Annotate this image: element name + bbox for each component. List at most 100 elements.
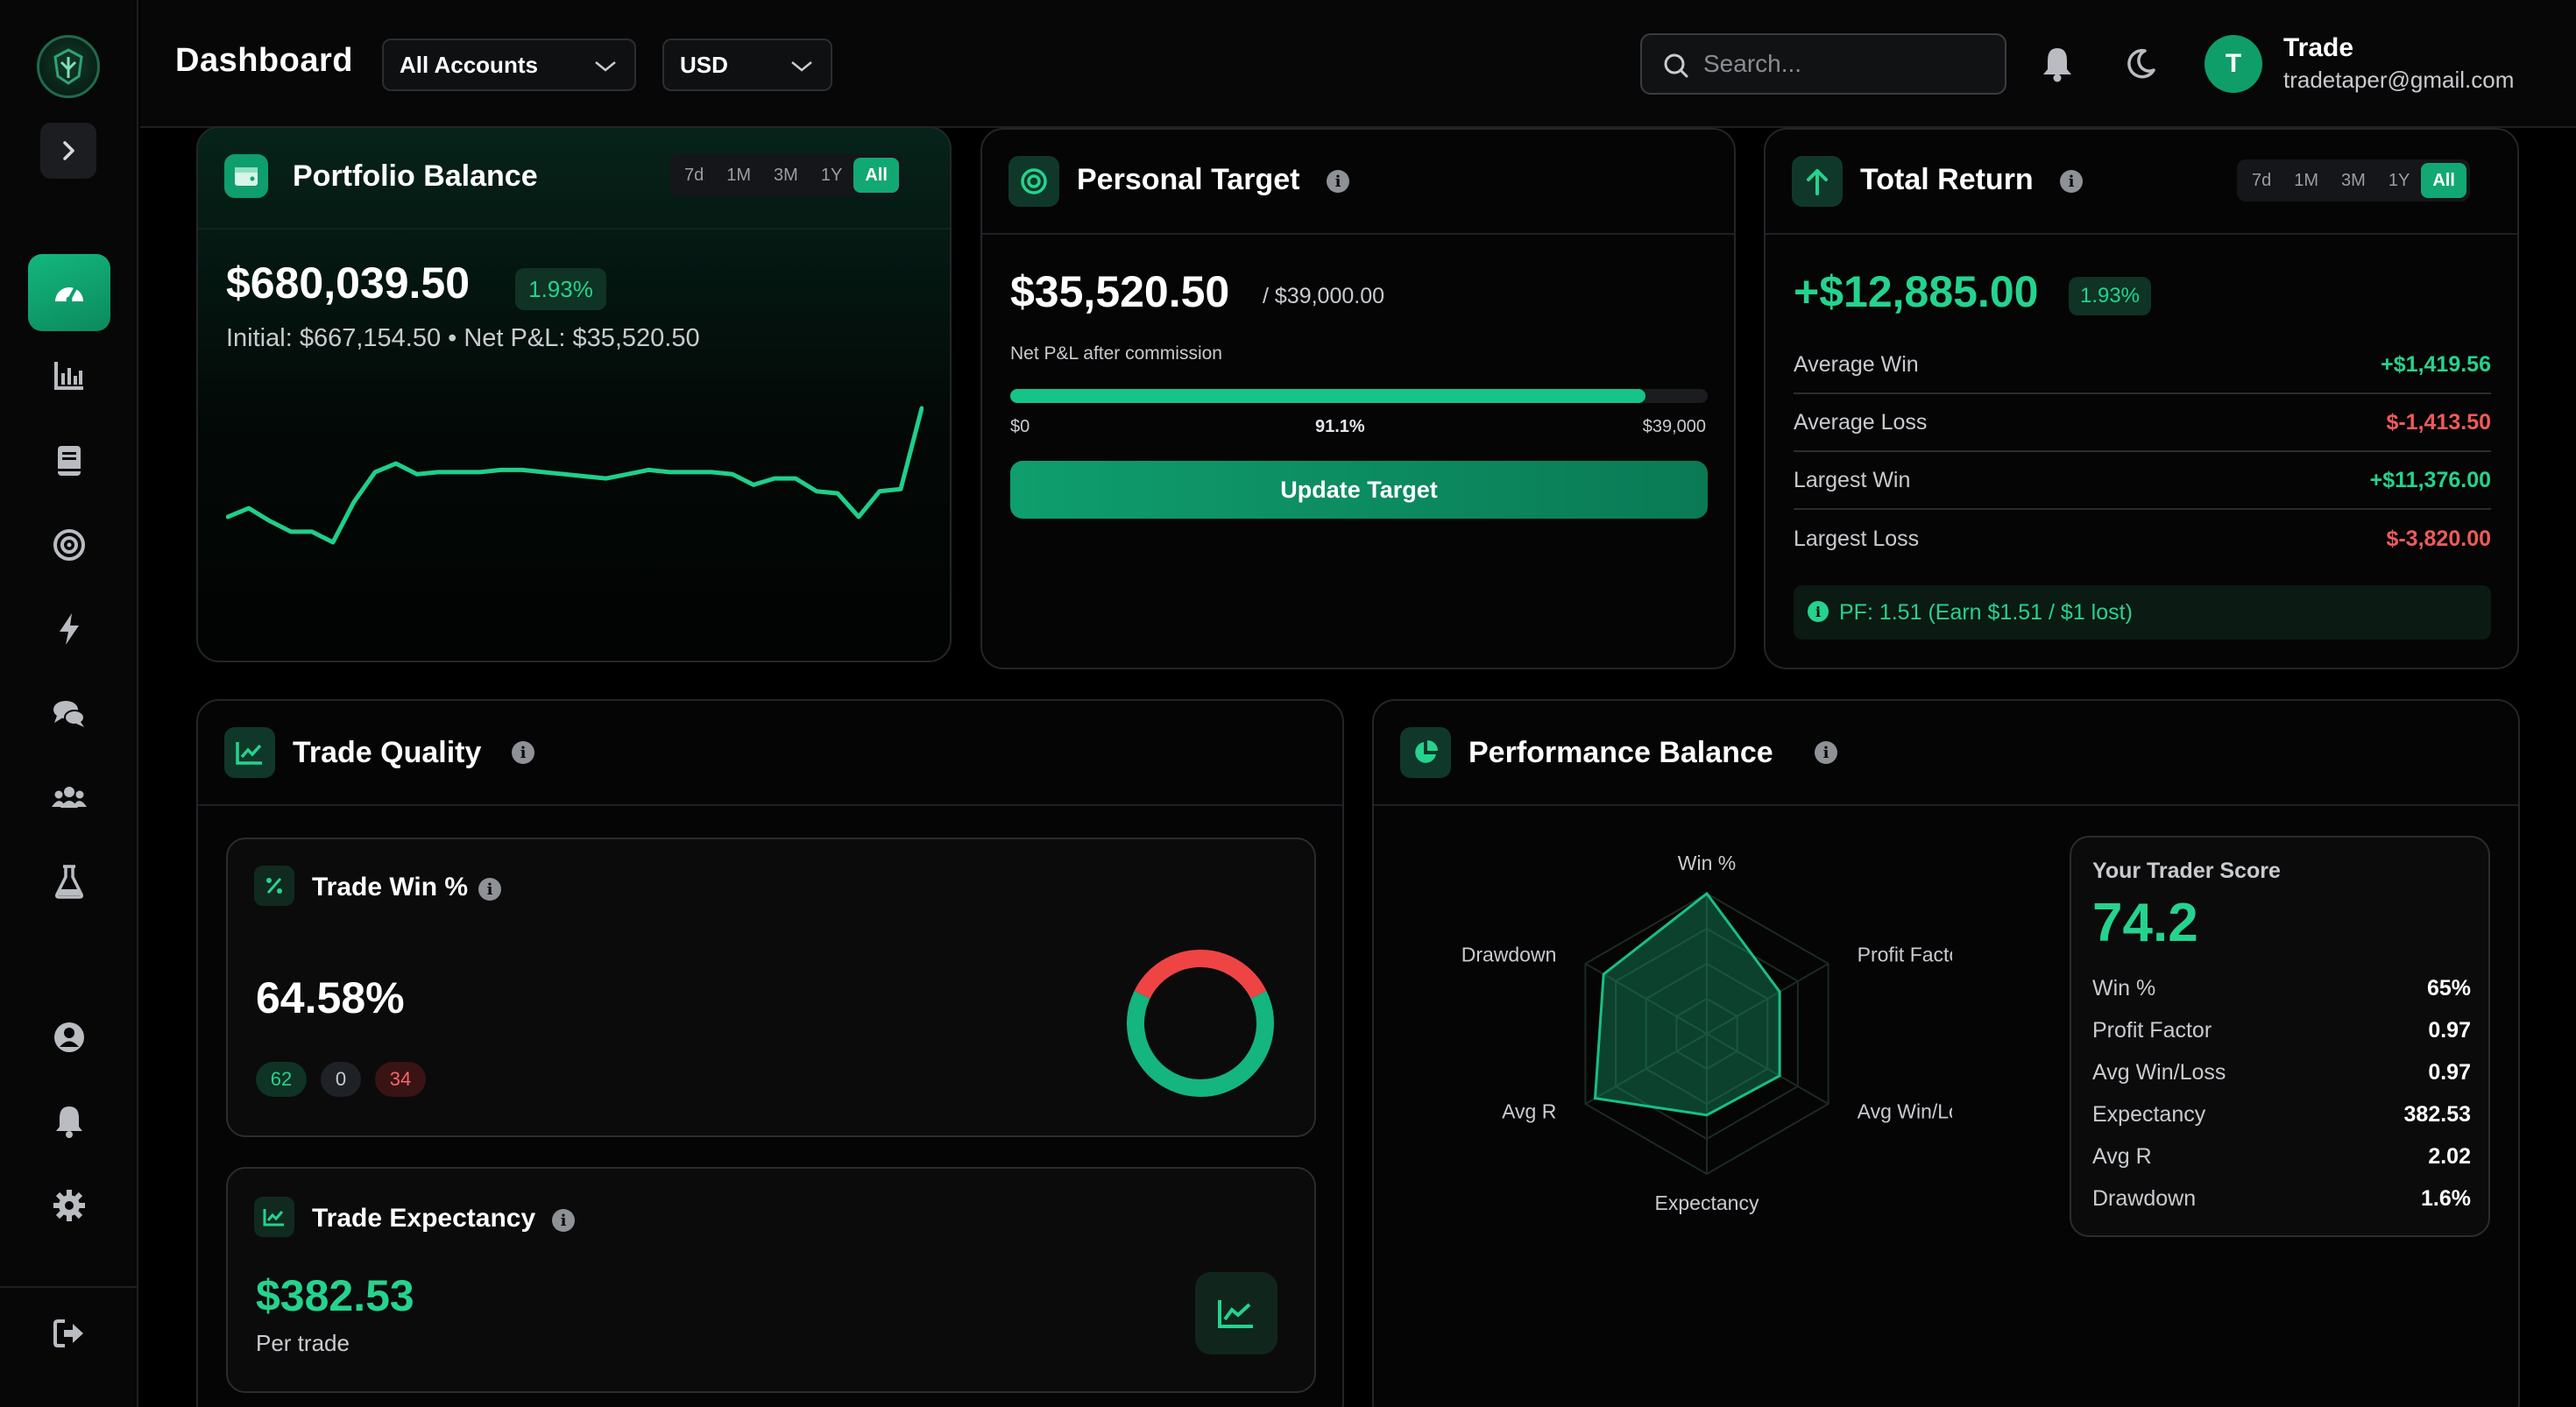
- trade-win-card: Trade Win % i 64.58% 62 0 34: [226, 838, 1316, 1137]
- balance-line: [226, 406, 924, 545]
- performance-balance-card: Performance Balance i Win % Profit Factor…: [1372, 699, 2520, 1407]
- sidebar-item-dashboard[interactable]: [28, 254, 110, 331]
- range-option[interactable]: 3M: [762, 158, 810, 193]
- percent-icon: [254, 866, 294, 906]
- theme-toggle-button[interactable]: [2119, 42, 2162, 86]
- info-icon[interactable]: i: [1327, 170, 1349, 193]
- portfolio-subtitle: Initial: $667,154.50 • Net P&L: $35,520.…: [226, 324, 700, 352]
- stat-value: $-3,820.00: [2386, 526, 2491, 551]
- page-title: Dashboard: [175, 42, 353, 79]
- info-icon[interactable]: i: [1815, 741, 1837, 764]
- account-select[interactable]: All Accounts: [382, 39, 636, 91]
- sidebar-item-notifications[interactable]: [28, 1083, 110, 1160]
- metric-label: Expectancy: [2092, 1102, 2206, 1127]
- notifications-button[interactable]: [2035, 42, 2079, 86]
- metric-value: 0.97: [2428, 1060, 2471, 1085]
- progress-min-label: $0: [1010, 417, 1030, 436]
- metric-label: Drawdown: [2092, 1186, 2197, 1211]
- stat-value: +$11,376.00: [2369, 467, 2491, 492]
- search-box[interactable]: [1640, 33, 2006, 95]
- info-icon[interactable]: i: [2060, 170, 2083, 193]
- info-icon[interactable]: i: [552, 1209, 575, 1232]
- sidebar-item-profile[interactable]: [28, 999, 110, 1076]
- stat-label: Largest Loss: [1794, 526, 1920, 551]
- journal-icon: [58, 446, 81, 476]
- range-option[interactable]: 1Y: [2377, 163, 2421, 198]
- trade-expectancy-card: Trade Expectancy i $382.53 Per trade: [226, 1167, 1316, 1393]
- sidebar-item-settings[interactable]: [28, 1167, 110, 1244]
- update-target-button[interactable]: Update Target: [1010, 461, 1708, 519]
- range-selector: 7d 1M 3M 1Y All: [2237, 159, 2470, 202]
- community-icon: [52, 787, 87, 808]
- logo[interactable]: [37, 35, 100, 98]
- target-icon: [1021, 168, 1047, 194]
- metric-label: Avg R: [2092, 1144, 2152, 1169]
- radar-axis-label: Avg Win/Loss: [1858, 1099, 1952, 1122]
- range-option[interactable]: 1M: [2282, 163, 2330, 198]
- sidebar-toggle-button[interactable]: [40, 123, 96, 179]
- notifications-icon: [56, 1107, 82, 1138]
- info-icon[interactable]: i: [512, 741, 534, 764]
- chart-line-icon: [236, 742, 262, 765]
- target-card-icon: [1008, 156, 1059, 207]
- chart-area-icon: [1218, 1300, 1253, 1328]
- sidebar-item-logout[interactable]: [28, 1295, 110, 1372]
- range-option[interactable]: 7d: [2240, 163, 2282, 198]
- total-return-value: +$12,885.00: [1794, 267, 2039, 316]
- trade-quality-card: Trade Quality i Trade Win % i 64.58% 62 …: [196, 699, 1344, 1407]
- search-input[interactable]: [1703, 50, 1992, 78]
- trader-score-card: Your Trader Score 74.2 Win % 65% Profit Fa…: [2070, 836, 2490, 1237]
- sidebar-item-strategies[interactable]: [28, 590, 110, 668]
- currency-select[interactable]: USD: [662, 39, 832, 91]
- profit-factor-note: i PF: 1.51 (Earn $1.51 / $1 lost): [1794, 585, 2491, 640]
- win-percent-value: 64.58%: [256, 973, 405, 1022]
- range-option[interactable]: All: [2421, 163, 2466, 198]
- sidebar-item-goals[interactable]: [28, 506, 110, 583]
- sidebar-item-journal[interactable]: [28, 422, 110, 499]
- card-title: Performance Balance: [1468, 736, 1773, 769]
- currency-select-value: USD: [680, 51, 728, 78]
- balance-sparkline: [226, 406, 924, 545]
- expectancy-chart-button[interactable]: [1195, 1272, 1277, 1354]
- settings-icon: [53, 1190, 85, 1221]
- card-header: Portfolio Balance 7d 1M 3M 1Y All: [198, 128, 950, 230]
- sidebar-item-chat[interactable]: [28, 675, 110, 752]
- radar-axis-label: Win %: [1678, 852, 1736, 874]
- range-option[interactable]: 1Y: [810, 158, 853, 193]
- sidebar-item-community[interactable]: [28, 759, 110, 836]
- target-caption: Net P&L after commission: [1010, 343, 1222, 364]
- target-icon: [53, 529, 85, 561]
- target-goal-value: / $39,000.00: [1263, 284, 1385, 308]
- avatar[interactable]: T: [2204, 35, 2262, 93]
- info-icon[interactable]: i: [478, 878, 501, 901]
- score-metric-row: Drawdown 1.6%: [2092, 1186, 2471, 1212]
- stat-row-average-win: Average Win +$1,419.56: [1794, 336, 2491, 394]
- range-option[interactable]: 7d: [673, 158, 715, 193]
- card-title: Personal Target: [1077, 163, 1300, 196]
- range-option[interactable]: 1M: [715, 158, 762, 193]
- arrow-up-icon: [1807, 169, 1828, 195]
- portfolio-balance-card: Portfolio Balance 7d 1M 3M 1Y All $680,039.5…: [196, 126, 952, 662]
- pie-chart-icon: [1415, 740, 1438, 763]
- radar-value-polygon: [1593, 891, 1781, 1117]
- range-option[interactable]: All: [853, 158, 899, 193]
- bell-icon: [2043, 48, 2071, 82]
- sidebar-item-analytics[interactable]: [28, 336, 110, 414]
- wallet-icon: [224, 154, 268, 198]
- chevron-down-icon: [791, 61, 812, 72]
- card-header: Trade Quality i: [198, 701, 1342, 806]
- return-card-icon: [1792, 156, 1843, 207]
- sidebar-item-lab[interactable]: [28, 843, 110, 920]
- lab-icon: [55, 865, 83, 899]
- metric-value: 0.97: [2428, 1018, 2471, 1043]
- target-progress-bar: [1010, 389, 1708, 403]
- score-metric-row: Profit Factor 0.97: [2092, 1018, 2471, 1043]
- radar-axis-label: Profit Factor: [1858, 944, 1952, 966]
- total-return-card: Total Return i 7d 1M 3M 1Y All +$12,885.00 1…: [1764, 128, 2519, 669]
- logout-icon: [53, 1319, 83, 1347]
- stat-row-average-loss: Average Loss $-1,413.50: [1794, 394, 2491, 452]
- wins-count-badge: 62: [256, 1062, 307, 1097]
- card-header: Personal Target i: [982, 130, 1734, 235]
- user-name: Trade: [2283, 33, 2354, 62]
- range-option[interactable]: 3M: [2330, 163, 2377, 198]
